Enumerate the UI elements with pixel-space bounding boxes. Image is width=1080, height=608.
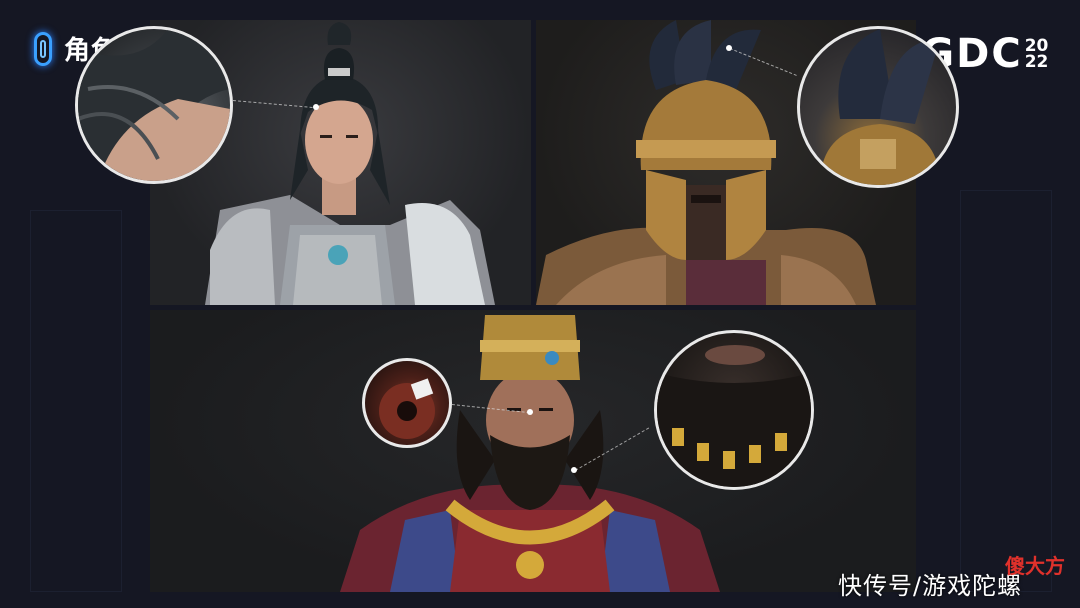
- leader-dot: [571, 467, 577, 473]
- leader-dot: [726, 45, 732, 51]
- brand-year-bottom: 22: [1024, 52, 1049, 72]
- brand-year: 20 22: [1024, 38, 1049, 72]
- watermark-text: 快传号/游戏陀螺: [838, 572, 1023, 600]
- leader-dot: [527, 409, 533, 415]
- logo-icon: [34, 31, 52, 66]
- background-decoration: [960, 190, 1052, 592]
- background-decoration: [30, 210, 122, 592]
- beard-closeup-circle: [654, 330, 814, 490]
- beard-closeup-image: [657, 345, 811, 487]
- helmet-plume-closeup-image: [820, 29, 940, 185]
- hair-closeup-image: [78, 29, 230, 181]
- helmet-plume-closeup-circle: [797, 26, 959, 188]
- eye-closeup-circle: [362, 358, 452, 448]
- hair-closeup-circle: [75, 26, 233, 184]
- eye-closeup-image: [379, 378, 435, 439]
- watermark-stamp: 傻大方: [1005, 554, 1065, 578]
- leader-dot: [313, 104, 319, 110]
